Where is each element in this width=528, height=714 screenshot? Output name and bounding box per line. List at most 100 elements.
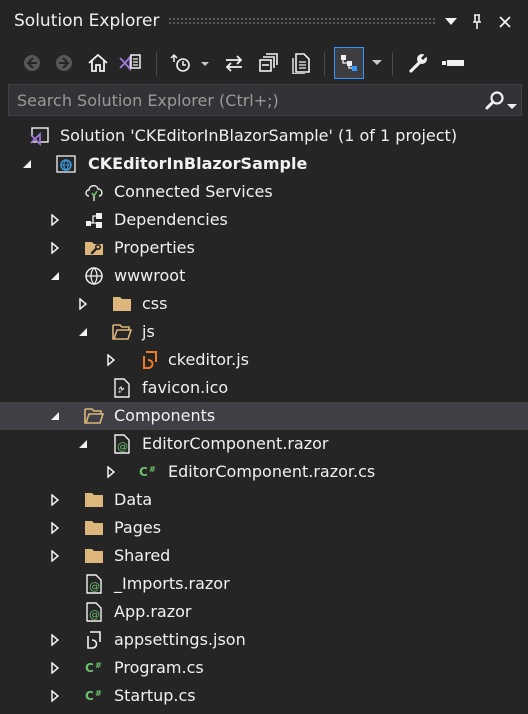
expanded-arrow-icon[interactable]: [76, 324, 90, 340]
collapsed-arrow-icon[interactable]: [48, 688, 62, 704]
tree-item-data[interactable]: Data: [0, 486, 528, 514]
dependencies-label: Dependencies: [114, 210, 228, 229]
razor-file-icon: @: [112, 434, 132, 454]
preview-dropdown-icon[interactable]: [368, 48, 386, 78]
toolbar-separator: [392, 52, 393, 76]
svg-text:#: #: [95, 689, 102, 698]
toolbar-separator: [156, 52, 157, 76]
collapsed-arrow-icon[interactable]: [76, 296, 90, 312]
expanded-arrow-icon[interactable]: [76, 436, 90, 452]
window-title: Solution Explorer: [14, 11, 160, 31]
startup-cs-label: Startup.cs: [114, 686, 196, 705]
csharp-file-icon: C #: [84, 658, 108, 678]
toolbar-separator: [324, 52, 325, 76]
pending-changes-filter-icon[interactable]: [170, 48, 210, 78]
properties-label: Properties: [114, 238, 195, 257]
tree-item-program-cs[interactable]: C # Program.cs: [0, 654, 528, 682]
tree-item-app-razor[interactable]: @ App.razor: [0, 598, 528, 626]
properties-wrench-icon[interactable]: [404, 48, 432, 78]
wwwroot-label: wwwroot: [114, 266, 186, 285]
pin-icon[interactable]: [466, 10, 488, 34]
csharp-file-icon: C #: [84, 686, 108, 706]
title-bar: Solution Explorer: [0, 0, 528, 44]
search-box: [8, 84, 522, 116]
tree-item-editor-component-razor[interactable]: @ EditorComponent.razor: [0, 430, 528, 458]
collapsed-arrow-icon[interactable]: [48, 548, 62, 564]
tree-item-appsettings-json[interactable]: appsettings.json: [0, 626, 528, 654]
tree-item-css[interactable]: css: [0, 290, 528, 318]
collapsed-arrow-icon[interactable]: [48, 492, 62, 508]
tree-item-properties[interactable]: Properties: [0, 234, 528, 262]
collapsed-arrow-icon[interactable]: [48, 520, 62, 536]
tree-item-connected-services[interactable]: Connected Services: [0, 178, 528, 206]
tree-item-pages[interactable]: Pages: [0, 514, 528, 542]
expanded-arrow-icon[interactable]: [20, 156, 34, 172]
favicon-label: favicon.ico: [142, 378, 229, 397]
razor-file-icon: @: [84, 574, 104, 594]
tree-item-components[interactable]: Components: [0, 402, 528, 430]
show-all-files-icon[interactable]: [288, 48, 316, 78]
close-icon[interactable]: [494, 10, 516, 34]
csharp-file-icon: C #: [138, 462, 162, 482]
tree-item-wwwroot[interactable]: wwwroot: [0, 262, 528, 290]
tree-item-project[interactable]: CKEditorInBlazorSample: [0, 150, 528, 178]
tree-item-ckeditor-js[interactable]: ckeditor.js: [0, 346, 528, 374]
collapsed-arrow-icon[interactable]: [48, 632, 62, 648]
expanded-arrow-icon[interactable]: [48, 268, 62, 284]
connected-services-label: Connected Services: [114, 182, 273, 201]
tree-item-js[interactable]: js: [0, 318, 528, 346]
auto-hide-icon[interactable]: [438, 48, 468, 78]
tree-item-solution[interactable]: Solution 'CKEditorInBlazorSample' (1 of …: [0, 122, 528, 150]
title-grip[interactable]: [168, 17, 436, 26]
svg-text:#: #: [149, 465, 156, 474]
toolbar: [0, 44, 528, 82]
folder-icon: [84, 518, 104, 538]
components-label: Components: [114, 406, 216, 425]
collapse-all-icon[interactable]: [254, 48, 282, 78]
folder-icon: [84, 546, 104, 566]
preview-selected-items-button[interactable]: [334, 47, 364, 79]
data-label: Data: [114, 490, 153, 509]
collapsed-arrow-icon[interactable]: [104, 464, 118, 480]
svg-text:#: #: [95, 661, 102, 670]
solution-label: Solution 'CKEditorInBlazorSample' (1 of …: [60, 126, 458, 145]
svg-text:@: @: [89, 580, 100, 593]
connected-services-icon: [84, 182, 104, 202]
tree-item-favicon[interactable]: * favicon.ico: [0, 374, 528, 402]
svg-text:C: C: [85, 661, 94, 675]
sync-with-active-document-icon[interactable]: [220, 48, 248, 78]
folder-icon: [112, 294, 132, 314]
js-label: js: [142, 322, 155, 341]
expanded-arrow-icon[interactable]: [48, 408, 62, 424]
tree-item-imports-razor[interactable]: @ _Imports.razor: [0, 570, 528, 598]
open-folder-icon: [112, 322, 132, 342]
pages-label: Pages: [114, 518, 162, 537]
folder-icon: [84, 490, 104, 510]
home-icon[interactable]: [84, 48, 112, 78]
collapsed-arrow-icon[interactable]: [48, 240, 62, 256]
svg-text:@: @: [117, 440, 128, 453]
tree-item-dependencies[interactable]: Dependencies: [0, 206, 528, 234]
tree-item-startup-cs[interactable]: C # Startup.cs: [0, 682, 528, 710]
css-label: css: [142, 294, 168, 313]
editor-component-razor-label: EditorComponent.razor: [142, 434, 329, 453]
window-options-dropdown-icon[interactable]: [440, 10, 462, 34]
switch-views-icon[interactable]: [116, 48, 144, 78]
json-file-icon: [84, 630, 104, 650]
ckeditor-js-label: ckeditor.js: [168, 350, 249, 369]
program-cs-label: Program.cs: [114, 658, 204, 677]
svg-text:C: C: [139, 465, 148, 479]
image-file-icon: *: [112, 378, 132, 398]
tree-item-shared[interactable]: Shared: [0, 542, 528, 570]
search-icon[interactable]: [485, 90, 505, 110]
forward-icon[interactable]: [50, 48, 78, 78]
collapsed-arrow-icon[interactable]: [104, 352, 118, 368]
back-icon[interactable]: [18, 48, 46, 78]
tree-item-editor-component-razor-cs[interactable]: C # EditorComponent.razor.cs: [0, 458, 528, 486]
solution-icon: [30, 126, 50, 146]
collapsed-arrow-icon[interactable]: [48, 212, 62, 228]
search-input[interactable]: [9, 85, 469, 115]
razor-file-icon: @: [84, 602, 104, 622]
search-options-dropdown-icon[interactable]: [507, 95, 519, 109]
collapsed-arrow-icon[interactable]: [48, 660, 62, 676]
